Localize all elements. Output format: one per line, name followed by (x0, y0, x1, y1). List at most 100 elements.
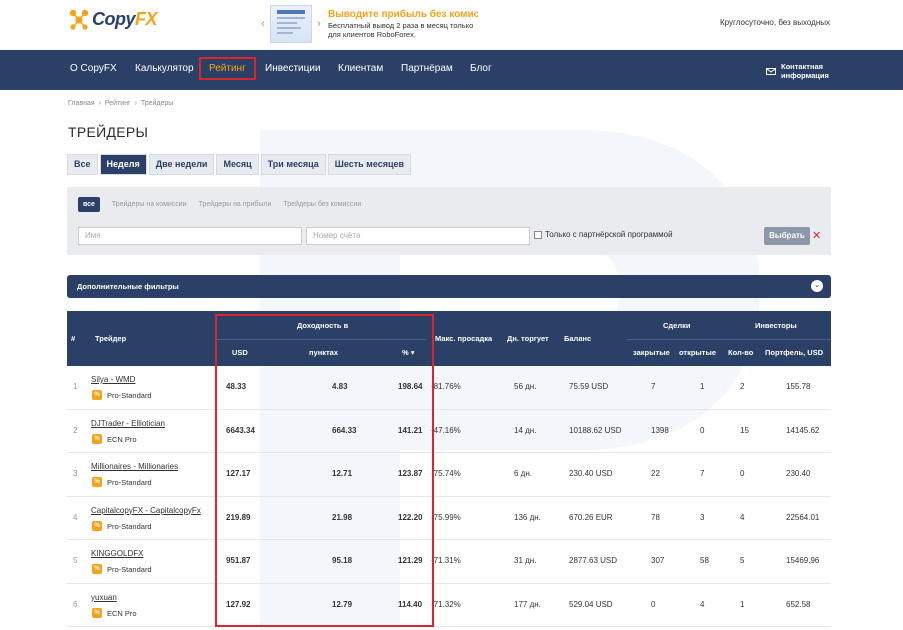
sort-down-icon: ▾ (410, 348, 415, 357)
nav-item-investments[interactable]: Инвестиции (265, 63, 321, 74)
trader-name-link[interactable]: Millionaires - Millionaries (91, 462, 178, 471)
col-balance[interactable]: Баланс (564, 334, 591, 343)
contact-label-line1: Контактная (781, 62, 824, 71)
breadcrumb-sep: › (98, 100, 101, 107)
tab-month[interactable]: Месяц (216, 154, 259, 175)
nav-item-about[interactable]: О CopyFX (70, 63, 117, 74)
filter-panel: все Трейдеры на комиссии Трейдеры на при… (67, 187, 831, 255)
cell-dd: -75.99% (431, 512, 461, 522)
subtab-profit[interactable]: Трейдеры на прибыли (199, 201, 272, 208)
cell-n: 1 (73, 382, 78, 391)
table-row[interactable]: 1 48.33 4.83 198.64 -81.76% 56 дн. 75.59 USD 7 1… (67, 366, 831, 410)
promo-next-button[interactable]: › (314, 18, 324, 30)
promo-thumb-icon (270, 5, 312, 43)
col-drawdown[interactable]: Макс. просадка (435, 334, 492, 343)
promo-banner[interactable]: ‹ › Выводите прибыль без комиссии Беспла… (258, 4, 480, 44)
subtab-all[interactable]: все (78, 197, 100, 212)
cell-days: 56 дн. (514, 382, 537, 391)
trader-name-link[interactable]: yuxuan (91, 593, 117, 602)
cell-points: 21.98 (332, 512, 353, 522)
col-days[interactable]: Дн. торгует (507, 334, 549, 343)
clear-filters-icon[interactable]: ✕ (812, 227, 821, 245)
choose-button[interactable]: Выбрать (764, 227, 810, 245)
col-open[interactable]: открытые (679, 348, 716, 357)
cell-dd: -71.31% (431, 556, 461, 565)
trader-name-link[interactable]: CapitalcopyFX - CapitalcopyFx (91, 506, 201, 515)
table-row[interactable]: 2 6643.34 664.33 141.21 -47.16% 14 дн. 10188.6… (67, 410, 831, 453)
cell-usd: 48.33 (226, 382, 247, 391)
cell-open: 58 (700, 556, 709, 565)
cell-dd: -81.76% (431, 382, 461, 391)
cell-dd: -71.32% (431, 599, 461, 609)
subtab-no-commission[interactable]: Трейдеры без комиссии (283, 201, 361, 208)
partner-program-checkbox[interactable]: Только с партнёрской программой (534, 230, 673, 239)
cell-open: 4 (700, 599, 705, 609)
cell-balance: 2877.63 USD (569, 556, 618, 565)
cell-inv: 4 (740, 512, 745, 522)
cell-days: 136 дн. (514, 512, 541, 522)
cell-n: 4 (73, 512, 78, 522)
table-row[interactable]: 6 127.92 12.79 114.40 -71.32% 177 дн. 529.04 U… (67, 584, 831, 627)
checkbox-box[interactable] (534, 230, 542, 239)
col-closed[interactable]: закрытые (633, 348, 670, 357)
advanced-filters-toggle[interactable]: Дополнительные фильтры ⌄ (67, 275, 831, 298)
subtab-commission[interactable]: Трейдеры на комиссии (112, 201, 187, 208)
account-type: Pro-Standard (107, 565, 152, 574)
cell-inv: 1 (740, 599, 745, 609)
period-tabs: Все Неделя Две недели Месяц Три месяца Ш… (67, 154, 413, 175)
name-input[interactable]: Имя (78, 227, 302, 245)
logo-text: CopyFX (92, 8, 158, 29)
tab-week[interactable]: Неделя (99, 154, 147, 175)
cell-balance: 230.40 USD (569, 469, 613, 478)
cell-pct: 141.21 (398, 425, 423, 435)
cell-portfolio: 15469.96 (786, 556, 820, 565)
cell-portfolio: 155.78 (786, 382, 811, 391)
col-investors-group: Инвесторы (755, 321, 797, 330)
account-type: ECN Pro (107, 434, 137, 444)
account-type: Pro-Standard (107, 478, 152, 487)
promo-prev-button[interactable]: ‹ (258, 18, 268, 30)
cell-open: 3 (700, 512, 705, 522)
cell-closed: 78 (651, 512, 660, 522)
table-row[interactable]: 5 951.87 95.18 121.29 -71.31% 31 дн. 2877.63 U… (67, 540, 831, 584)
trader-name-link[interactable]: Silya - WMD (91, 375, 135, 384)
trader-name-link[interactable]: KINGGOLDFX (91, 549, 143, 558)
trader-name-link[interactable]: DJTrader - Elliotician (91, 419, 165, 428)
nav-item-calculator[interactable]: Калькулятор (135, 63, 194, 74)
col-points[interactable]: пунктах (309, 348, 338, 357)
cell-portfolio: 652.58 (786, 599, 811, 609)
table-body: 1 48.33 4.83 198.64 -81.76% 56 дн. 75.59 USD 7 1… (67, 366, 831, 627)
col-deals-group: Сделки (663, 321, 691, 330)
table-row[interactable]: 4 219.89 21.98 122.20 -75.99% 136 дн. 670.26 E… (67, 497, 831, 540)
contact-info-link[interactable]: Контактная информация (766, 62, 829, 80)
nav-item-rating[interactable]: Рейтинг (199, 57, 256, 80)
working-hours: Круглосуточно, без выходных (720, 18, 830, 27)
cell-pct: 114.40 (398, 599, 423, 609)
col-pct[interactable]: % ▾ (402, 348, 415, 357)
chevron-down-icon[interactable]: ⌄ (811, 280, 823, 292)
col-usd[interactable]: USD (232, 348, 248, 357)
cell-closed: 1398 (651, 425, 669, 435)
cell-closed: 22 (651, 469, 660, 478)
cell-n: 5 (73, 556, 78, 565)
breadcrumb-home[interactable]: Главная (68, 100, 95, 107)
nav-item-blog[interactable]: Блог (470, 63, 492, 74)
site-logo[interactable]: CopyFX (68, 8, 158, 30)
tab-six-months[interactable]: Шесть месяцев (327, 154, 412, 175)
account-type: ECN Pro (107, 608, 137, 618)
cell-days: 6 дн. (514, 469, 532, 478)
cell-usd: 127.17 (226, 469, 251, 478)
col-investor-count[interactable]: Кол-во (728, 348, 753, 357)
tab-all[interactable]: Все (67, 154, 98, 175)
col-portfolio[interactable]: Портфель, USD (765, 348, 823, 357)
tab-three-months[interactable]: Три месяца (260, 154, 326, 175)
nav-item-clients[interactable]: Клиентам (338, 63, 383, 74)
nav-item-partners[interactable]: Партнёрам (401, 63, 453, 74)
tab-two-weeks[interactable]: Две недели (148, 154, 215, 175)
table-row[interactable]: 3 127.17 12.71 123.87 -75.74% 6 дн. 230.40 USD… (67, 453, 831, 497)
cell-points: 95.18 (332, 556, 353, 565)
cell-points: 12.71 (332, 469, 353, 478)
cell-dd: -47.16% (431, 425, 461, 435)
breadcrumb-rating[interactable]: Рейтинг (105, 100, 131, 107)
account-number-input[interactable]: Номер счёта (306, 227, 530, 245)
